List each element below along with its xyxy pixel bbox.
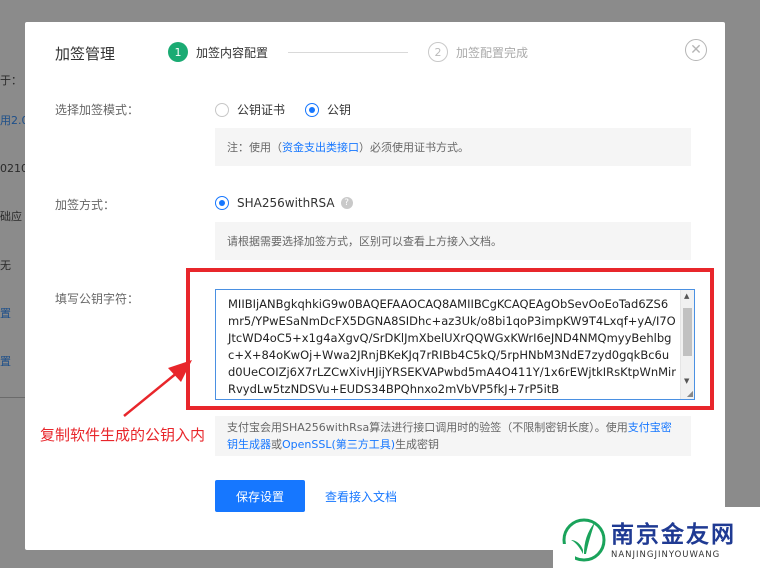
method-note: 请根据需要选择加签方式，区别可以查看上方接入文档。 <box>215 222 691 260</box>
openssl-link[interactable]: OpenSSL(第三方工具) <box>282 438 395 451</box>
method-label: 加签方式： <box>55 198 116 212</box>
step-number-badge: 2 <box>428 42 448 62</box>
close-button[interactable]: ✕ <box>685 39 707 61</box>
desc-mid: 或 <box>271 438 282 451</box>
watermark: 南京金友网 NANJINGJINYOUWANG <box>553 507 760 568</box>
step-2: 2 加签配置完成 <box>428 42 528 62</box>
radio-label: SHA256withRSA <box>237 196 335 210</box>
dialog-title: 加签管理 <box>55 45 116 63</box>
leaf-logo-icon <box>561 518 606 562</box>
radio-public-key[interactable]: 公钥 <box>305 101 351 118</box>
close-icon: ✕ <box>690 42 702 58</box>
watermark-english-text: NANJINGJINYOUWANG <box>611 550 721 560</box>
step-label: 加签内容配置 <box>196 45 269 60</box>
radio-label: 公钥 <box>327 103 352 117</box>
radio-label: 公钥证书 <box>237 103 286 117</box>
bg-divider <box>0 397 26 398</box>
step-1: 1 加签内容配置 <box>168 42 268 62</box>
radio-circle <box>305 102 319 117</box>
mode-label: 选择加签模式： <box>55 103 140 117</box>
fund-payout-api-link[interactable]: 资金支出类接口 <box>282 139 359 155</box>
bg-text-fragment: 无 <box>0 259 11 272</box>
help-icon[interactable]: ? <box>340 197 353 209</box>
annotation-text: 复制软件生成的公钥入内 <box>40 426 206 444</box>
mode-note: 注：使用（ 资金支出类接口 ）必须使用证书方式。 <box>215 128 691 166</box>
note-suffix: ）必须使用证书方式。 <box>359 141 469 154</box>
bg-text-fragment: 础应 <box>0 210 22 223</box>
bg-text-fragment: 于： <box>0 74 22 87</box>
public-key-description: 支付宝会用SHA256withRsa算法进行接口调用时的验签（不限制密钥长度）。… <box>215 416 691 456</box>
radio-circle <box>215 196 229 210</box>
radio-public-key-certificate[interactable]: 公钥证书 <box>215 101 285 118</box>
bg-link-fragment: 置 <box>0 355 11 368</box>
view-docs-link[interactable]: 查看接入文档 <box>325 488 397 505</box>
bg-link-fragment: 置 <box>0 307 11 320</box>
note-prefix: 注：使用（ <box>227 141 282 154</box>
step-label: 加签配置完成 <box>456 45 529 60</box>
annotation-highlight-box <box>186 268 714 410</box>
desc-prefix: 支付宝会用SHA256withRsa算法进行接口调用时的验签（不限制密钥长度）。… <box>227 421 628 434</box>
save-settings-button[interactable]: 保存设置 <box>215 480 305 512</box>
step-connector <box>288 52 408 53</box>
step-number-badge: 1 <box>168 42 188 62</box>
watermark-chinese-text: 南京金友网 <box>611 521 736 548</box>
desc-suffix: 生成密钥 <box>395 438 440 451</box>
radio-circle <box>215 102 229 117</box>
public-key-label: 填写公钥字符： <box>55 292 140 306</box>
radio-sha256withrsa[interactable]: SHA256withRSA ? <box>215 196 353 210</box>
